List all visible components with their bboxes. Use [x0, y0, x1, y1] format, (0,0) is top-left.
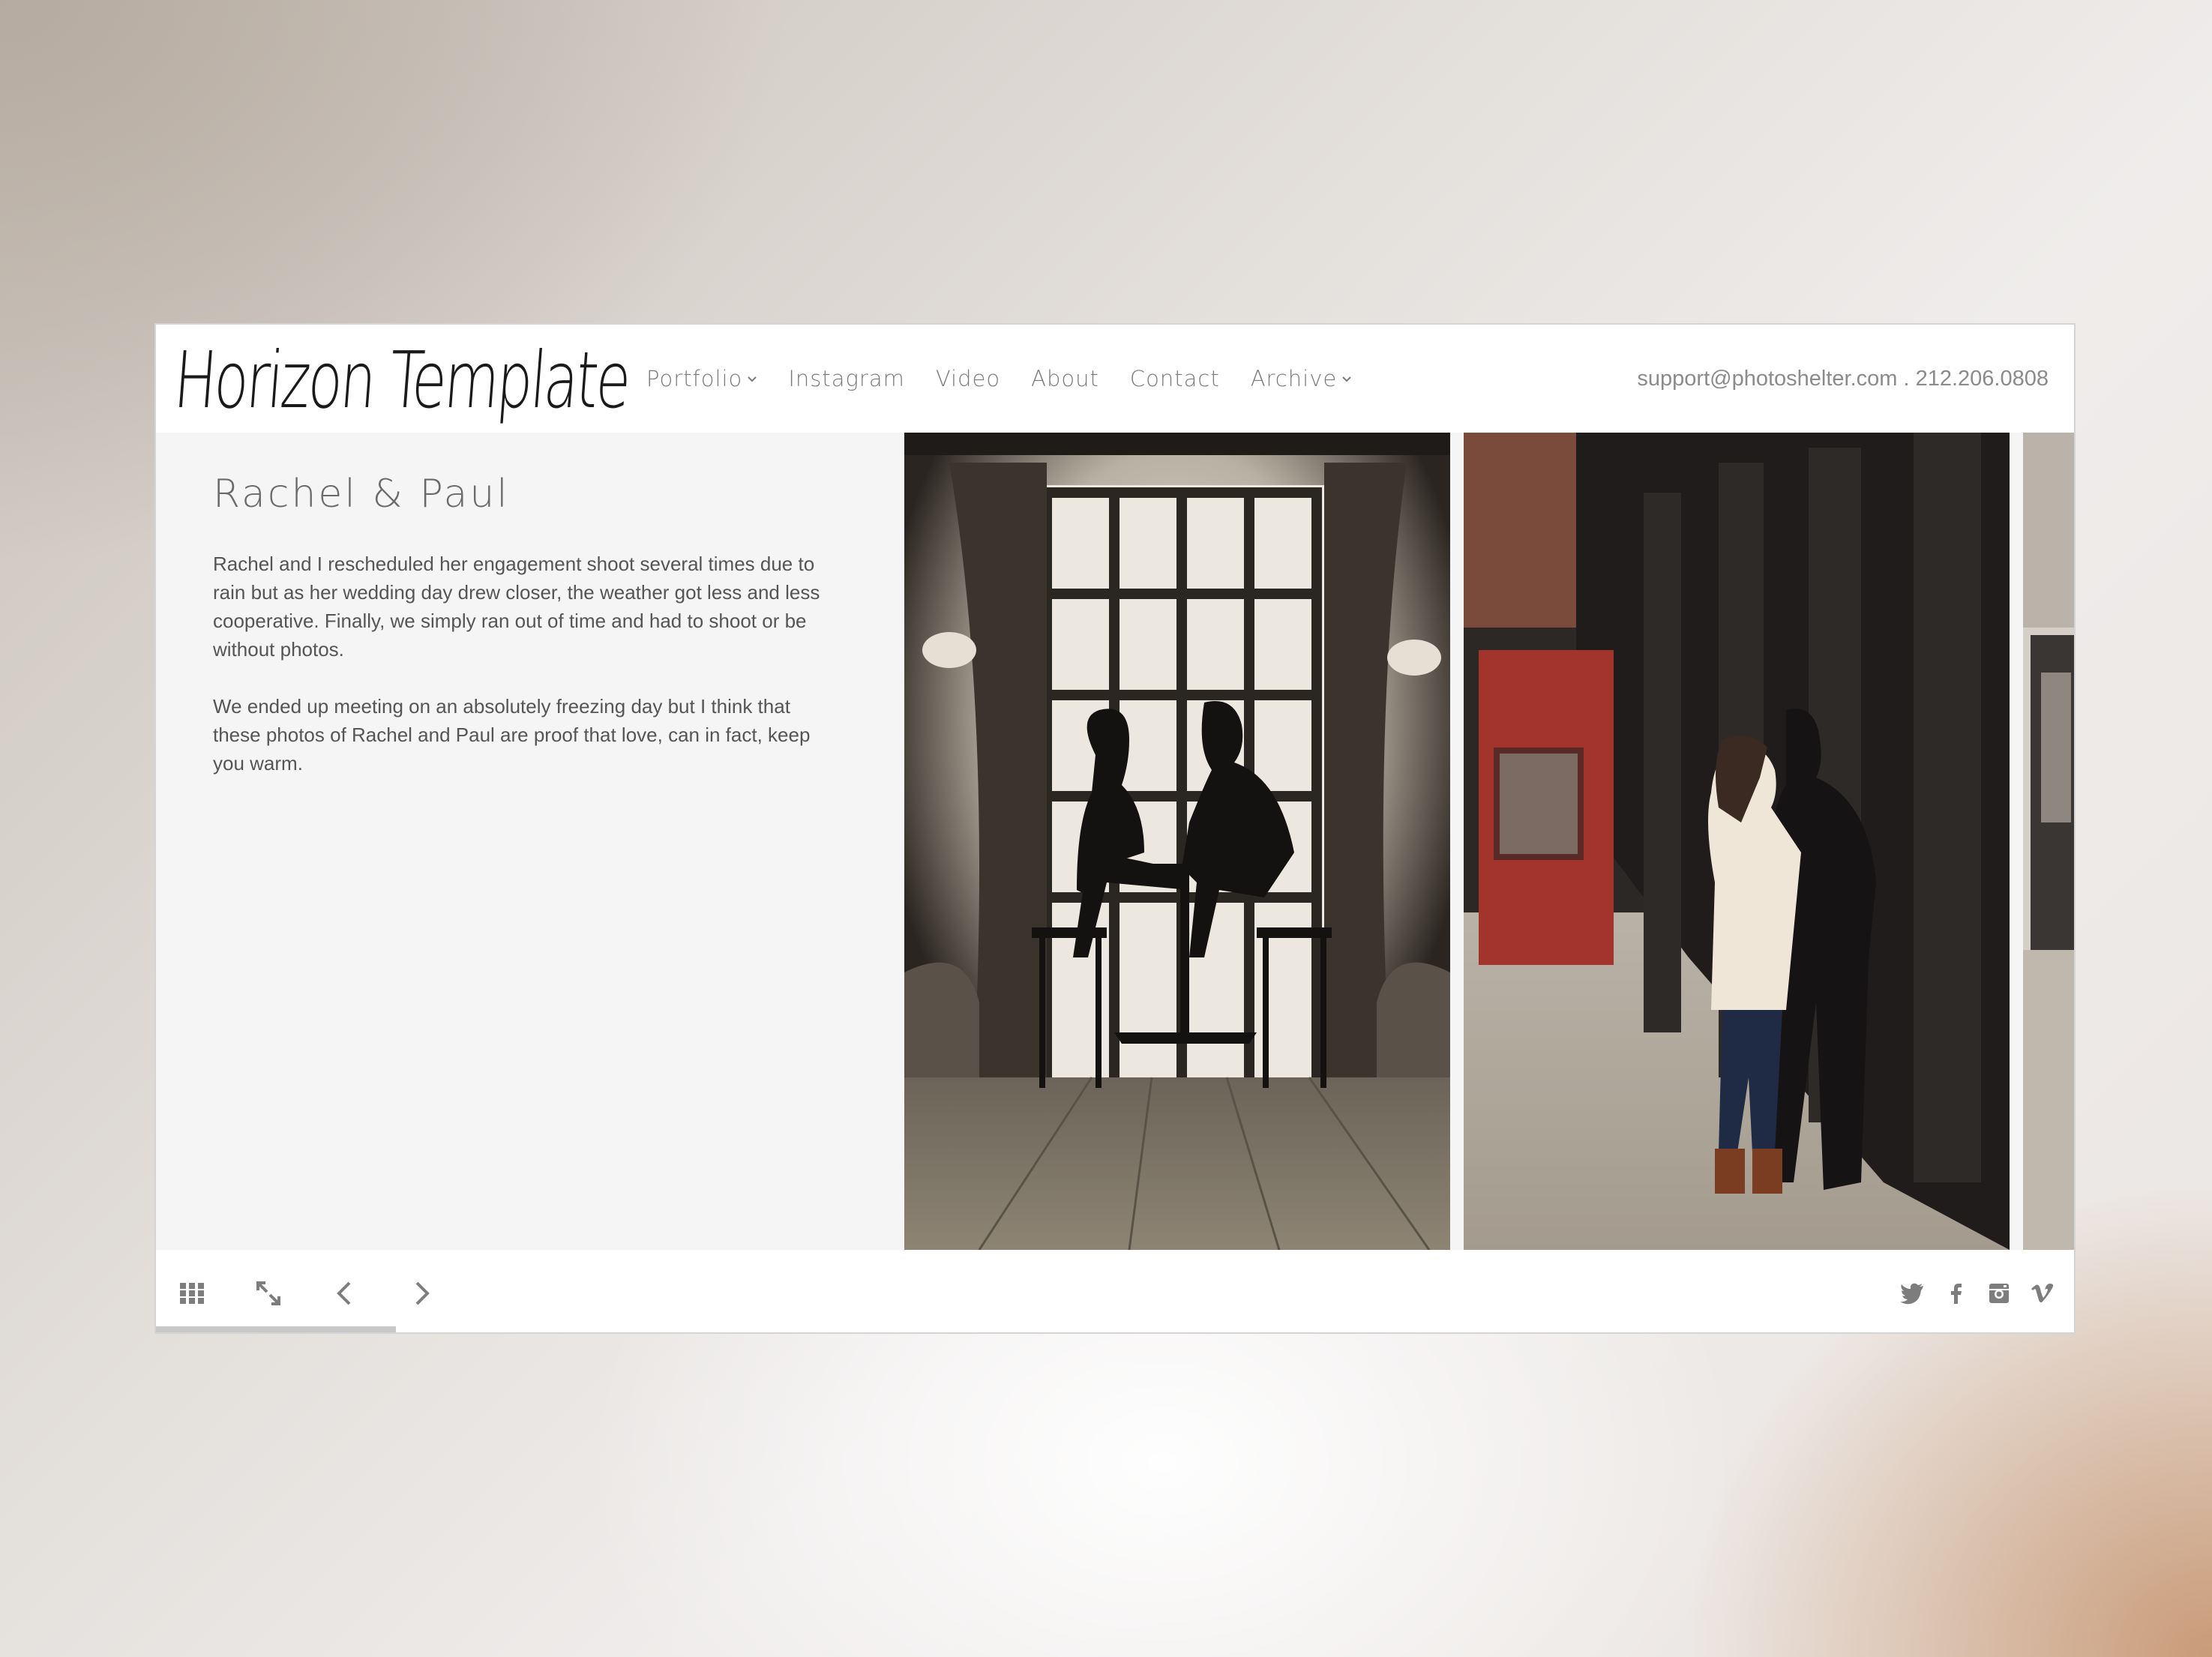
twitter-icon — [1900, 1283, 1923, 1305]
next-button[interactable] — [405, 1277, 438, 1310]
gallery-footer — [156, 1250, 2074, 1332]
facebook-icon — [1951, 1284, 1962, 1304]
main-nav: Portfolio Instagram Video About Contact … — [646, 356, 1383, 401]
gallery-photo-street[interactable] — [1464, 433, 2010, 1250]
instagram-icon — [1989, 1284, 2009, 1303]
previous-button[interactable] — [328, 1277, 361, 1310]
fullscreen-icon — [256, 1281, 280, 1305]
gallery-progress-bar[interactable] — [156, 1326, 396, 1332]
nav-item-instagram[interactable]: Instagram — [788, 356, 905, 401]
nav-item-portfolio[interactable]: Portfolio — [646, 356, 757, 401]
gallery-photo-partial[interactable] — [2023, 433, 2074, 1250]
chevron-left-icon — [337, 1281, 351, 1305]
description-paragraph: Rachel and I rescheduled her engagement … — [213, 553, 820, 661]
chevron-right-icon — [415, 1281, 430, 1305]
nav-item-about[interactable]: About — [1031, 356, 1099, 401]
site-header: Horizon Template Portfolio Instagram Vid… — [156, 325, 2074, 433]
site-logo[interactable]: Horizon Template — [170, 328, 632, 433]
grid-icon — [180, 1283, 204, 1304]
gallery-title: Rachel & Paul — [213, 472, 510, 517]
gallery-description-panel: Rachel & Paul Rachel and I rescheduled h… — [156, 433, 904, 1250]
gallery-photo-cafe[interactable] — [904, 433, 1450, 1250]
gallery-description: Rachel and I rescheduled her engagement … — [213, 550, 835, 806]
fullscreen-button[interactable] — [252, 1277, 285, 1310]
contact-info[interactable]: support@photoshelter.com . 212.206.0808 — [1637, 356, 2049, 401]
browser-window: Horizon Template Portfolio Instagram Vid… — [154, 323, 2076, 1334]
nav-item-contact[interactable]: Contact — [1130, 356, 1220, 401]
gallery-content: Rachel & Paul Rachel and I rescheduled h… — [156, 433, 2074, 1250]
gallery-progress-track — [156, 1326, 2074, 1332]
chevron-down-icon — [748, 376, 757, 382]
twitter-link[interactable] — [1899, 1280, 1926, 1307]
vimeo-icon — [2031, 1284, 2053, 1303]
nav-item-video[interactable]: Video — [936, 356, 1000, 401]
nav-item-archive[interactable]: Archive — [1251, 356, 1353, 401]
instagram-link[interactable] — [1986, 1280, 2013, 1307]
description-paragraph: We ended up meeting on an absolutely fre… — [213, 695, 811, 775]
chevron-down-icon — [1342, 376, 1351, 382]
vimeo-link[interactable] — [2029, 1280, 2056, 1307]
facebook-link[interactable] — [1944, 1280, 1971, 1307]
grid-view-button[interactable] — [175, 1277, 208, 1310]
